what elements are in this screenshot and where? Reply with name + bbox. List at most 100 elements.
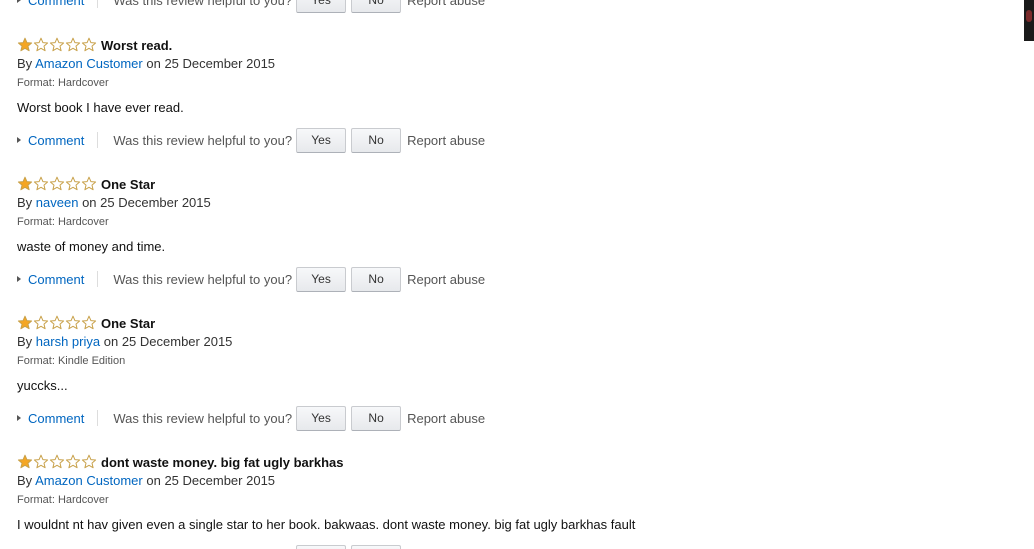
review-date: 25 December 2015: [164, 473, 276, 488]
review-byline: By Amazon Customer on 25 December 2015: [17, 473, 275, 488]
star-empty-icon: [49, 176, 65, 191]
review-title[interactable]: Worst read.: [101, 38, 172, 53]
no-button[interactable]: No: [351, 405, 402, 431]
review-date: 25 December 2015: [100, 195, 211, 210]
helpful-prompt: Was this review helpful to you?: [113, 132, 293, 148]
star-empty-icon: [33, 37, 49, 52]
comment-link[interactable]: Comment: [17, 0, 84, 8]
author-link[interactable]: harsh priya: [36, 334, 100, 349]
no-button[interactable]: No: [351, 0, 402, 13]
report-abuse-link[interactable]: Report abuse: [407, 0, 485, 8]
report-abuse-link[interactable]: Report abuse: [407, 411, 485, 426]
star-empty-icon: [65, 37, 81, 52]
no-button[interactable]: No: [351, 544, 402, 549]
review-date: 25 December 2015: [121, 334, 233, 349]
review-actions: Comment Was this review helpful to you? …: [17, 0, 485, 13]
on-word: on: [82, 195, 97, 210]
review-format: Format: Hardcover: [17, 77, 109, 89]
star-empty-icon: [65, 315, 81, 330]
star-rating: [17, 37, 97, 53]
review-body: Worst book I have ever read.: [17, 100, 184, 115]
by-prefix: By: [17, 473, 33, 488]
star-empty-icon: [81, 454, 97, 469]
by-prefix: By: [17, 56, 33, 71]
review-byline: By Amazon Customer on 25 December 2015: [17, 56, 275, 71]
comment-label[interactable]: Comment: [28, 133, 84, 148]
review-body: I wouldnt nt hav given even a single sta…: [17, 517, 636, 532]
on-word: on: [103, 334, 119, 349]
review-title[interactable]: dont waste money. big fat ugly barkhas: [101, 455, 343, 470]
star-empty-icon: [33, 176, 49, 191]
caret-right-icon: [17, 276, 21, 282]
star-empty-icon: [65, 454, 81, 469]
review-actions: Comment Was this review helpful to you? …: [17, 405, 485, 431]
by-prefix: By: [17, 334, 33, 349]
review-header: One Star: [17, 314, 155, 332]
report-abuse-link[interactable]: Report abuse: [407, 272, 485, 287]
divider: [97, 132, 99, 148]
divider: [97, 0, 99, 8]
yes-button[interactable]: Yes: [296, 405, 347, 431]
star-empty-icon: [65, 176, 81, 191]
star-empty-icon: [49, 315, 65, 330]
review-actions: Comment Was this review helpful to you? …: [17, 266, 485, 292]
star-empty-icon: [81, 176, 97, 191]
report-abuse-link[interactable]: Report abuse: [407, 133, 485, 148]
comment-label[interactable]: Comment: [28, 411, 84, 426]
divider: [97, 410, 99, 426]
caret-right-icon: [17, 415, 21, 421]
review-title[interactable]: One Star: [101, 316, 155, 331]
review-format: Format: Hardcover: [17, 494, 109, 506]
on-word: on: [146, 56, 161, 71]
star-empty-icon: [33, 315, 49, 330]
comment-link[interactable]: Comment: [17, 133, 84, 148]
caret-right-icon: [17, 137, 21, 143]
yes-button[interactable]: Yes: [296, 127, 347, 153]
comment-label[interactable]: Comment: [28, 272, 84, 287]
star-filled-icon: [17, 454, 33, 469]
star-rating: [17, 454, 97, 470]
review-title[interactable]: One Star: [101, 177, 155, 192]
review-header: dont waste money. big fat ugly barkhas: [17, 453, 343, 471]
review-byline: By harsh priya on 25 December 2015: [17, 334, 232, 349]
review-format: Format: Hardcover: [17, 216, 109, 228]
review-body: waste of money and time.: [17, 239, 166, 254]
star-filled-icon: [17, 37, 33, 52]
star-filled-icon: [17, 315, 33, 330]
star-empty-icon: [81, 315, 97, 330]
divider: [97, 271, 99, 287]
yes-button[interactable]: Yes: [296, 0, 347, 13]
star-empty-icon: [33, 454, 49, 469]
comment-link[interactable]: Comment: [17, 272, 84, 287]
review-date: 25 December 2015: [164, 56, 276, 71]
review-header: Worst read.: [17, 36, 172, 54]
helpful-prompt: Was this review helpful to you?: [113, 410, 293, 426]
comment-link[interactable]: Comment: [17, 411, 84, 426]
star-rating: [17, 315, 97, 331]
reviews-page: Comment Was this review helpful to you? …: [0, 0, 1034, 549]
no-button[interactable]: No: [351, 127, 402, 153]
author-link[interactable]: naveen: [36, 195, 79, 210]
product-thumbnail: [1024, 0, 1034, 41]
author-link[interactable]: Amazon Customer: [35, 56, 143, 71]
helpful-prompt: Was this review helpful to you?: [113, 0, 293, 8]
star-rating: [17, 176, 97, 192]
yes-button[interactable]: Yes: [296, 266, 347, 292]
on-word: on: [146, 473, 161, 488]
star-empty-icon: [49, 37, 65, 52]
review-byline: By naveen on 25 December 2015: [17, 195, 211, 210]
review-header: One Star: [17, 175, 155, 193]
star-empty-icon: [81, 37, 97, 52]
star-filled-icon: [17, 176, 33, 191]
helpful-prompt: Was this review helpful to you?: [113, 271, 293, 287]
caret-right-icon: [17, 0, 21, 3]
review-format: Format: Kindle Edition: [17, 355, 126, 367]
comment-label[interactable]: Comment: [28, 0, 84, 8]
review-actions: Comment Was this review helpful to you? …: [17, 127, 485, 153]
review-actions: Comment Was this review helpful to you? …: [17, 544, 485, 549]
no-button[interactable]: No: [351, 266, 402, 292]
author-link[interactable]: Amazon Customer: [35, 473, 143, 488]
by-prefix: By: [17, 195, 33, 210]
star-empty-icon: [49, 454, 65, 469]
yes-button[interactable]: Yes: [296, 544, 347, 549]
